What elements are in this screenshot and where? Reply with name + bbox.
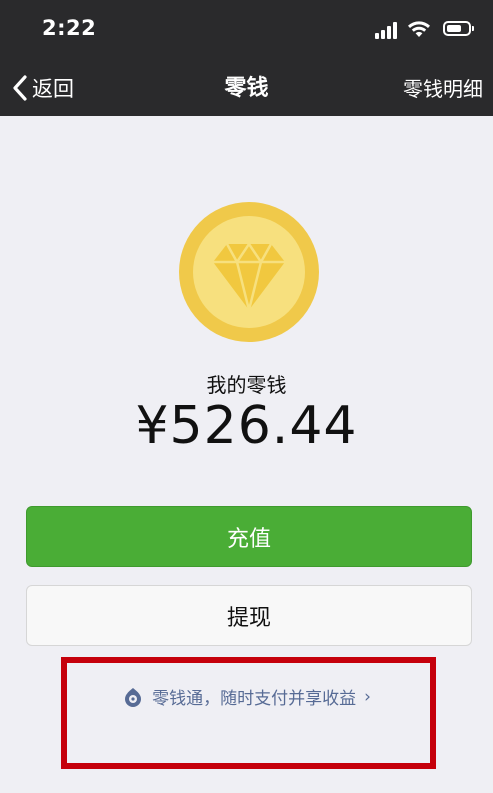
diamond-coin-icon [179,202,319,342]
navigation-header: 2:22 返回 零钱 零钱明细 [0,0,493,116]
balance-label: 我的零钱 [206,373,287,397]
withdraw-button[interactable]: 提现 [26,585,472,646]
balance-amount: ¥526.44 [135,396,358,456]
balance-details-link[interactable]: 零钱明细 [403,73,483,102]
promo-text: 零钱通，随时支付并享收益 [152,689,357,709]
chevron-right-icon: › [364,686,371,707]
lingqiantong-icon [125,687,142,707]
status-time: 2:22 [42,16,97,40]
lingqiantong-promo-link[interactable]: 零钱通，随时支付并享收益 › [0,684,493,709]
wifi-icon [408,21,430,37]
recharge-button[interactable]: 充值 [26,506,472,567]
highlight-annotation-box [61,657,436,769]
battery-icon [443,21,474,36]
signal-icon [375,21,401,39]
